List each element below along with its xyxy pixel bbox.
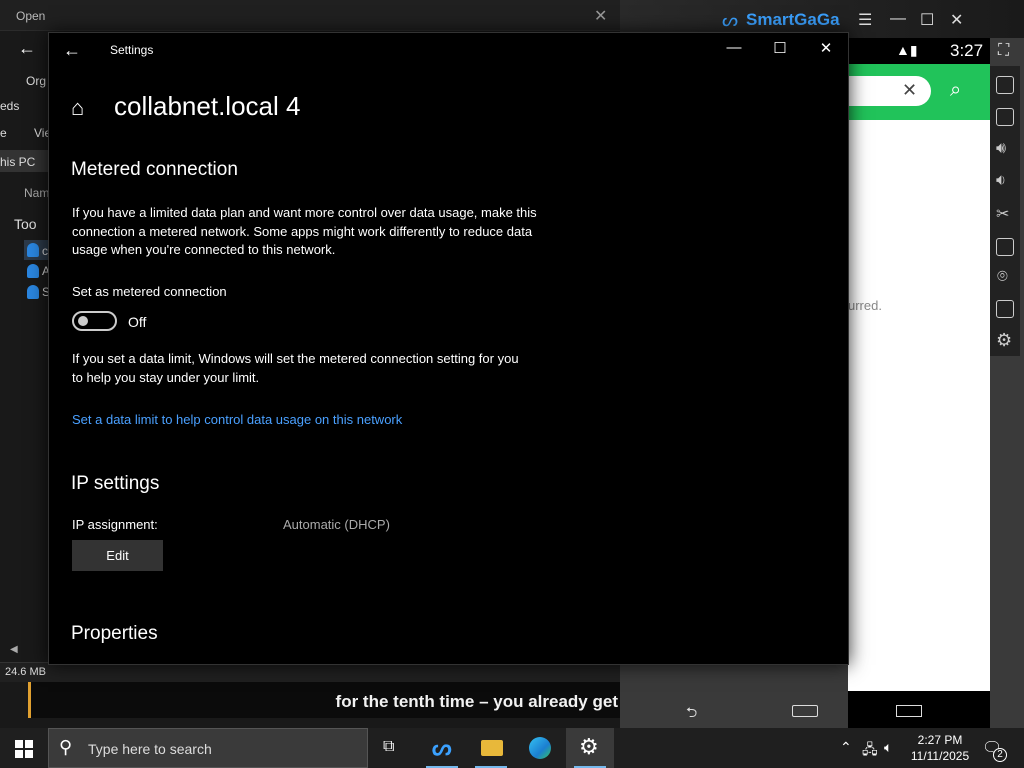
explorer-title: Open: [16, 9, 46, 23]
explorer-titlebar: Open ✕: [0, 0, 620, 31]
home-nav-icon[interactable]: [792, 705, 818, 717]
search-icon[interactable]: ⌕: [950, 79, 961, 102]
breadcrumb[interactable]: his PC: [0, 150, 50, 172]
multi-instance-icon[interactable]: [996, 238, 1014, 256]
android-clock: 3:27: [950, 41, 984, 60]
ip-assignment-label: IP assignment:: [72, 517, 158, 532]
keyboard-icon[interactable]: [996, 76, 1014, 94]
network-icon[interactable]: 🖧︎: [862, 739, 878, 763]
name-column-header[interactable]: Nam: [24, 186, 49, 200]
edge-icon: [529, 737, 551, 759]
volume-down-icon[interactable]: 🔉︎: [996, 172, 1006, 190]
taskbar: ⚲ Type here to search ⧉ ᔕ ⚙ ⌃ 🖧︎ 🔈︎ 2:27…: [0, 728, 1024, 768]
settings-window: ← Settings — ☐ ✕ ⌂ collabnet.local 4 Met…: [48, 32, 849, 665]
notification-count-badge: 2: [993, 748, 1007, 762]
location-icon[interactable]: ⌾: [997, 266, 1008, 287]
organize-button[interactable]: Org: [26, 74, 46, 88]
properties-heading: Properties: [71, 623, 158, 644]
close-button[interactable]: ✕: [803, 39, 848, 61]
emulator-brand: SmartGaGa: [746, 10, 840, 29]
clock[interactable]: 2:27 PM 11/11/2025: [908, 732, 972, 764]
emulator-minimize-icon[interactable]: —: [890, 10, 906, 28]
screenshot-cut-icon[interactable]: ✂: [996, 204, 1009, 224]
home-icon[interactable]: ⌂: [71, 95, 84, 121]
smartgaga-file-icon: [27, 243, 39, 257]
smartgaga-logo-icon: ᔕ: [722, 10, 739, 30]
selection-size: 24.6 MB: [5, 666, 46, 678]
downloads-item[interactable]: eds: [0, 99, 19, 113]
volume-up-icon[interactable]: 🔊︎: [996, 140, 1006, 158]
file-explorer-taskbar-button[interactable]: [467, 728, 515, 768]
clear-search-icon[interactable]: ✕: [902, 80, 917, 101]
settings-taskbar-button[interactable]: ⚙: [566, 728, 614, 768]
smartgaga-file-icon: [27, 285, 39, 299]
back-nav-icon[interactable]: ⮌: [686, 702, 697, 726]
search-placeholder: Type here to search: [88, 741, 212, 757]
smartgaga-file-icon: [27, 264, 39, 278]
task-view-icon: ⧉: [383, 738, 395, 755]
video-subtitle: for the tenth time – you already get: [28, 682, 622, 718]
taskbar-search-box[interactable]: ⚲ Type here to search: [48, 728, 368, 768]
maximize-button[interactable]: ☐: [757, 39, 803, 61]
set-data-limit-link[interactable]: Set a data limit to help control data us…: [72, 412, 402, 427]
task-view-button[interactable]: ⧉: [368, 728, 416, 768]
smartgaga-app-icon: ᔕ: [432, 735, 452, 760]
tools-group[interactable]: Too: [14, 216, 37, 232]
page-title: collabnet.local 4: [114, 91, 301, 121]
scroll-left-icon[interactable]: ◀: [10, 644, 18, 655]
settings-titlebar: ← Settings — ☐ ✕: [49, 33, 848, 67]
back-arrow-icon[interactable]: ←: [18, 38, 36, 59]
apk-install-icon[interactable]: [996, 108, 1014, 126]
explorer-status-bar: 24.6 MB: [0, 662, 620, 682]
volume-muted-icon[interactable]: 🔈︎: [884, 739, 892, 756]
app-search-input[interactable]: [848, 76, 931, 106]
fullscreen-icon[interactable]: ⛶: [998, 42, 1009, 60]
smartgaga-taskbar-button[interactable]: ᔕ: [418, 728, 466, 768]
ip-assignment-value: Automatic (DHCP): [283, 517, 390, 532]
toggle-state-label: Off: [128, 314, 147, 330]
window-title: Settings: [110, 43, 154, 57]
metered-description: If you have a limited data plan and want…: [72, 205, 537, 257]
toggle-knob: [78, 316, 88, 326]
emulator-maximize-icon[interactable]: ☐: [920, 10, 934, 30]
breadcrumb-thispc: his PC: [0, 155, 36, 169]
minimize-button[interactable]: —: [711, 39, 757, 61]
back-arrow-icon[interactable]: ←: [63, 40, 81, 61]
subtitle-text: for the tenth time – you already get: [335, 692, 618, 711]
metered-toggle-label: Set as metered connection: [72, 284, 227, 299]
windows-start-icon[interactable]: [15, 740, 33, 758]
error-message-fragment: urred.: [848, 298, 882, 313]
explorer-close-icon[interactable]: ✕: [594, 6, 607, 26]
recents-nav-icon[interactable]: [896, 705, 922, 717]
data-limit-description: If you set a data limit, Windows will se…: [72, 351, 519, 385]
edit-ip-button[interactable]: Edit: [72, 540, 163, 571]
clock-time: 2:27 PM: [917, 733, 963, 747]
metered-connection-toggle[interactable]: [72, 311, 117, 331]
settings-gear-icon[interactable]: ⚙: [996, 330, 1012, 351]
gear-icon: ⚙: [579, 734, 599, 759]
shake-icon[interactable]: [996, 300, 1014, 318]
search-icon: ⚲: [59, 737, 73, 757]
app-content: [848, 120, 990, 691]
folder-icon: [481, 740, 503, 756]
emulator-close-icon[interactable]: ✕: [950, 10, 963, 30]
emulator-menu-icon[interactable]: ☰: [858, 10, 872, 30]
metered-connection-heading: Metered connection: [71, 159, 238, 180]
chevron-up-icon[interactable]: ⌃: [840, 739, 852, 756]
clock-date: 11/11/2025: [910, 749, 970, 763]
edge-taskbar-button[interactable]: [516, 728, 564, 768]
home-tab[interactable]: e: [0, 126, 7, 140]
wifi-signal-icon: ▲▮: [896, 42, 918, 58]
ip-settings-heading: IP settings: [71, 473, 160, 494]
